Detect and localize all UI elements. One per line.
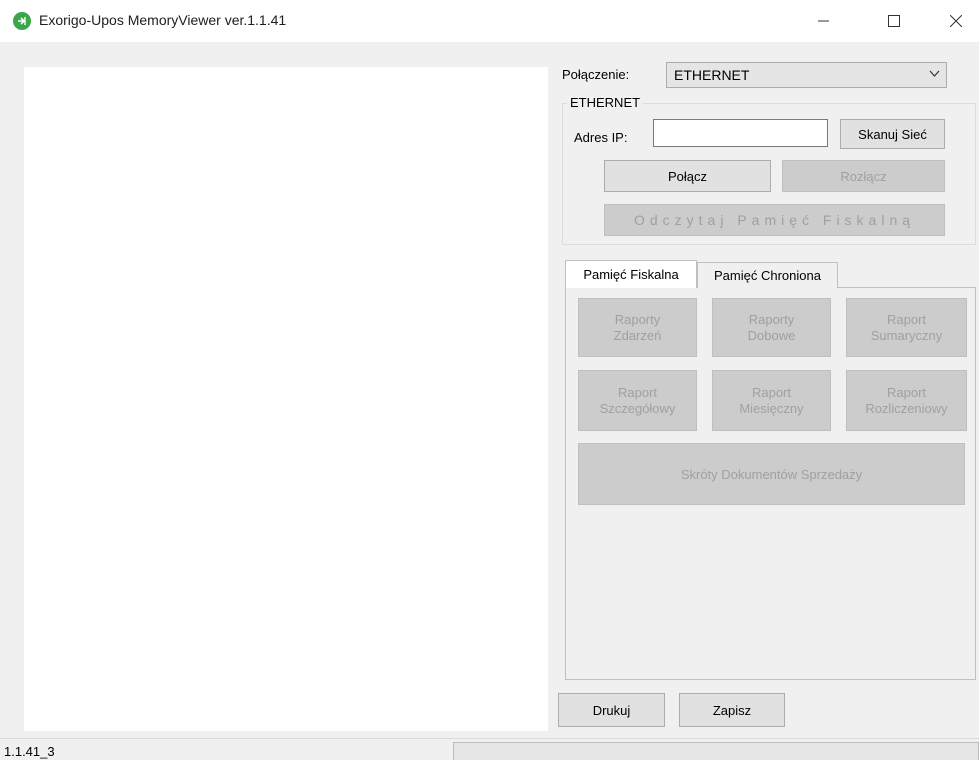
ip-address-label: Adres IP: xyxy=(574,130,628,145)
maximize-button[interactable] xyxy=(871,0,917,42)
read-fiscal-memory-button[interactable]: Odczytaj Pamięć Fiskalną xyxy=(604,204,945,236)
app-icon xyxy=(13,12,31,30)
sales-document-shortcuts-button[interactable]: Skróty Dokumentów Sprzedaży xyxy=(578,443,965,505)
button-line: Rozliczeniowy xyxy=(865,400,948,416)
button-line: Raport xyxy=(617,384,658,400)
progress-bar xyxy=(453,742,979,760)
window-title: Exorigo-Upos MemoryViewer ver.1.1.41 xyxy=(39,12,287,28)
report-viewer[interactable] xyxy=(24,67,548,731)
detailed-report-button[interactable]: Raport Szczegółowy xyxy=(578,370,697,431)
button-line: Raporty xyxy=(748,311,795,327)
title-bar: Exorigo-Upos MemoryViewer ver.1.1.41 xyxy=(0,0,979,42)
button-line: Raport xyxy=(886,384,927,400)
connection-select[interactable]: ETHERNET xyxy=(666,62,947,88)
summary-report-button[interactable]: Raport Sumaryczny xyxy=(846,298,967,357)
event-reports-button[interactable]: Raporty Zdarzeń xyxy=(578,298,697,357)
ip-address-input[interactable] xyxy=(653,119,828,147)
button-line: Miesięczny xyxy=(739,400,804,416)
tab-protected-memory[interactable]: Pamięć Chroniona xyxy=(697,262,838,288)
button-line: Zdarzeń xyxy=(613,327,662,343)
chevron-down-icon xyxy=(929,70,940,77)
status-text: 1.1.41_3 xyxy=(4,744,55,759)
connect-button[interactable]: Połącz xyxy=(604,160,771,192)
button-line: Sumaryczny xyxy=(870,327,943,343)
maximize-icon xyxy=(888,15,900,27)
button-line: Raporty xyxy=(614,311,661,327)
button-line: Raport xyxy=(751,384,791,400)
scan-network-button[interactable]: Skanuj Sieć xyxy=(840,119,945,149)
monthly-report-button[interactable]: Raport Miesięczny xyxy=(712,370,831,431)
print-button[interactable]: Drukuj xyxy=(558,693,665,727)
settlement-report-button[interactable]: Raport Rozliczeniowy xyxy=(846,370,967,431)
button-line: Raport xyxy=(886,311,927,327)
save-button[interactable]: Zapisz xyxy=(679,693,785,727)
window-client-area: Połączenie: ETHERNET ETHERNET Adres IP: … xyxy=(0,42,979,760)
button-line: Dobowe xyxy=(747,327,796,343)
status-bar: 1.1.41_3 xyxy=(0,738,979,760)
minimize-button[interactable] xyxy=(801,0,847,42)
minimize-icon xyxy=(818,20,829,22)
ethernet-group-title: ETHERNET xyxy=(567,95,644,110)
connection-label: Połączenie: xyxy=(562,67,630,82)
disconnect-button[interactable]: Rozłącz xyxy=(782,160,945,192)
tab-fiscal-memory[interactable]: Pamięć Fiskalna xyxy=(565,260,697,288)
close-icon xyxy=(950,15,962,27)
daily-reports-button[interactable]: Raporty Dobowe xyxy=(712,298,831,357)
connection-select-value: ETHERNET xyxy=(674,67,750,83)
close-button[interactable] xyxy=(933,0,979,42)
button-line: Szczegółowy xyxy=(599,400,676,416)
